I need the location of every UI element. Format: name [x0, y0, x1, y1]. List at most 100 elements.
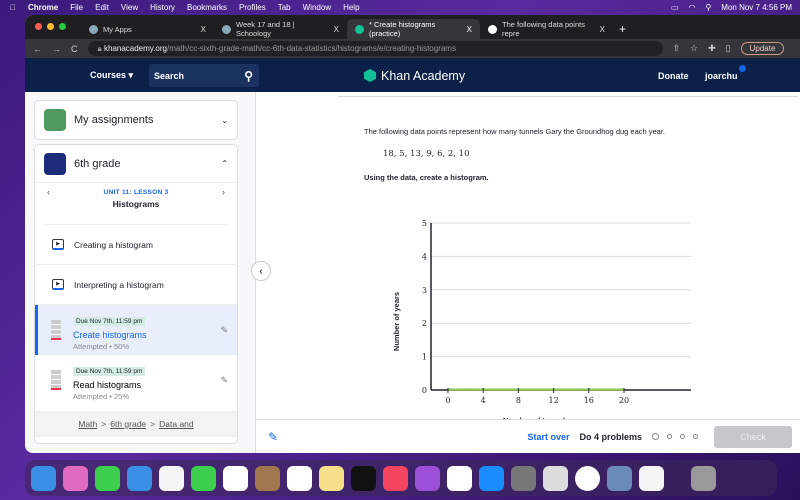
close-tab-icon[interactable]: X [467, 25, 472, 34]
search-input[interactable]: Search ⚲ [149, 64, 259, 87]
unit-label: UNIT 11: LESSON 3 [103, 189, 169, 196]
edit-icon: ✎ [220, 375, 228, 385]
battery-icon[interactable]: ▭ [671, 3, 679, 12]
chevron-down-icon[interactable]: ⌄ [221, 116, 228, 125]
exercise-area: The following data points represent how … [256, 92, 800, 422]
next-lesson-icon[interactable]: › [222, 187, 225, 197]
histogram-bar[interactable] [448, 388, 484, 391]
video-item[interactable]: ▶ Interpreting a histogram [36, 265, 236, 305]
khan-academy-logo[interactable]: Khan Academy [364, 69, 465, 83]
histogram-bar[interactable] [553, 388, 589, 391]
close-tab-icon[interactable]: X [334, 25, 339, 34]
menu-view[interactable]: View [121, 3, 138, 12]
new-tab-button[interactable]: + [619, 22, 626, 36]
calendar-icon[interactable] [223, 465, 248, 491]
menu-profiles[interactable]: Profiles [239, 3, 266, 12]
histogram-bar[interactable] [518, 388, 554, 391]
sidebar-icon[interactable]: ▯ [726, 43, 731, 54]
update-button[interactable]: Update [740, 42, 785, 55]
menu-bookmarks[interactable]: Bookmarks [187, 3, 227, 12]
chevron-up-icon[interactable]: ⌃ [221, 159, 228, 168]
news-icon[interactable] [447, 465, 472, 491]
menu-app[interactable]: Chrome [28, 3, 58, 12]
spotlight-icon[interactable]: ⚲ [705, 3, 711, 12]
assignments-label: My assignments [74, 114, 154, 126]
menu-file[interactable]: File [70, 3, 83, 12]
scratchpad-icon[interactable]: ✎ [268, 430, 278, 444]
roblox-icon[interactable] [543, 465, 568, 491]
datetime[interactable]: Mon Nov 7 4:56 PM [721, 3, 792, 12]
trash-icon[interactable] [691, 465, 716, 491]
donate-link[interactable]: Donate [658, 71, 689, 81]
question-instruction: Using the data, create a histogram. [364, 173, 489, 182]
prev-lesson-icon[interactable]: ‹ [47, 187, 50, 197]
system-settings-icon[interactable] [511, 465, 536, 491]
launchpad-icon[interactable] [63, 465, 88, 491]
video-item[interactable]: ▶ Creating a histogram [36, 225, 236, 265]
close-tab-icon[interactable]: X [201, 25, 206, 34]
preview-icon[interactable] [607, 465, 632, 491]
facetime-icon[interactable] [191, 465, 216, 491]
exercise-item-read-histograms[interactable]: Due Nov 7th, 11:59 pm Read histograms Atte… [35, 355, 237, 405]
messages-icon[interactable] [95, 465, 120, 491]
reminders-icon[interactable] [287, 465, 312, 491]
forward-icon[interactable]: → [52, 44, 61, 54]
x-tick-label: 16 [584, 396, 594, 405]
menu-tab[interactable]: Tab [278, 3, 291, 12]
notes-icon[interactable] [319, 465, 344, 491]
course-card: 6th grade ⌃ ‹ UNIT 11: LESSON 3 Histograms ›… [34, 144, 238, 444]
menu-edit[interactable]: Edit [95, 3, 109, 12]
mail-icon[interactable] [127, 465, 152, 491]
user-menu[interactable]: joarchu [705, 64, 746, 81]
sidebar: My assignments ⌄ 6th grade ⌃ ‹ UNIT 11: LES… [25, 92, 256, 453]
tab-my-apps[interactable]: My Apps X [81, 19, 214, 39]
breadcrumb-grade[interactable]: 6th grade [110, 419, 146, 429]
music-icon[interactable] [383, 465, 408, 491]
contacts-icon[interactable] [255, 465, 280, 491]
close-tab-icon[interactable]: X [600, 25, 605, 34]
tab-schoology[interactable]: Week 17 and 18 | Schoology X [214, 19, 347, 39]
courses-menu[interactable]: Courses ▾ [90, 70, 133, 81]
course-label: 6th grade [74, 157, 121, 170]
reload-icon[interactable]: C [71, 44, 78, 54]
histogram-chart[interactable]: 012345048121620Number of tunnelsNumber o… [356, 197, 696, 422]
toolbar: ← → C 🔒︎ khanacademy.org/math/cc-sixth-gra… [25, 39, 800, 58]
start-over-button[interactable]: Start over [527, 432, 569, 442]
breadcrumb-unit[interactable]: Data and [159, 419, 194, 429]
share-icon[interactable]: ⇧ [673, 43, 681, 54]
menu-help[interactable]: Help [343, 3, 359, 12]
menu-history[interactable]: History [150, 3, 175, 12]
due-badge: Due Nov 7th, 11:59 pm [73, 366, 146, 376]
tab-create-histograms[interactable]: * Create histograms (practice) X [347, 19, 480, 39]
tv-icon[interactable] [351, 465, 376, 491]
chrome-icon[interactable] [575, 465, 600, 491]
star-icon[interactable]: ☆ [690, 43, 698, 54]
video-label: Interpreting a histogram [74, 279, 164, 290]
search-icon: ⚲ [244, 68, 253, 83]
browser-window: My Apps X Week 17 and 18 | Schoology X * C… [25, 15, 800, 453]
my-assignments-card[interactable]: My assignments ⌄ [34, 100, 238, 140]
tab-google[interactable]: The following data points repre X [480, 19, 613, 39]
minimize-button[interactable] [47, 23, 54, 30]
check-button[interactable]: Check [714, 425, 792, 448]
back-icon[interactable]: ← [33, 44, 42, 54]
app-store-icon[interactable] [479, 465, 504, 491]
histogram-bar[interactable] [483, 388, 519, 391]
username: joarchu [705, 70, 738, 81]
finder-icon[interactable] [31, 465, 56, 491]
extensions-icon[interactable]: ✚ [708, 43, 716, 54]
wifi-icon[interactable]: ◠ [688, 3, 695, 12]
address-bar[interactable]: 🔒︎ khanacademy.org/math/cc-sixth-grade-m… [87, 41, 663, 56]
menu-window[interactable]: Window [303, 3, 331, 12]
podcasts-icon[interactable] [415, 465, 440, 491]
histogram-bar[interactable] [588, 388, 624, 391]
close-window-button[interactable] [35, 23, 42, 30]
photos-icon[interactable] [159, 465, 184, 491]
exercise-item-create-histograms[interactable]: Due Nov 7th, 11:59 pm Create histograms At… [35, 305, 237, 355]
breadcrumb-math[interactable]: Math [78, 419, 97, 429]
collapse-sidebar-button[interactable]: ‹ [251, 261, 271, 281]
textedit-icon[interactable] [639, 465, 664, 491]
menu-bar:  Chrome File Edit View History Bookmark… [0, 0, 800, 14]
apple-icon[interactable]:  [10, 3, 16, 12]
zoom-button[interactable] [59, 23, 66, 30]
